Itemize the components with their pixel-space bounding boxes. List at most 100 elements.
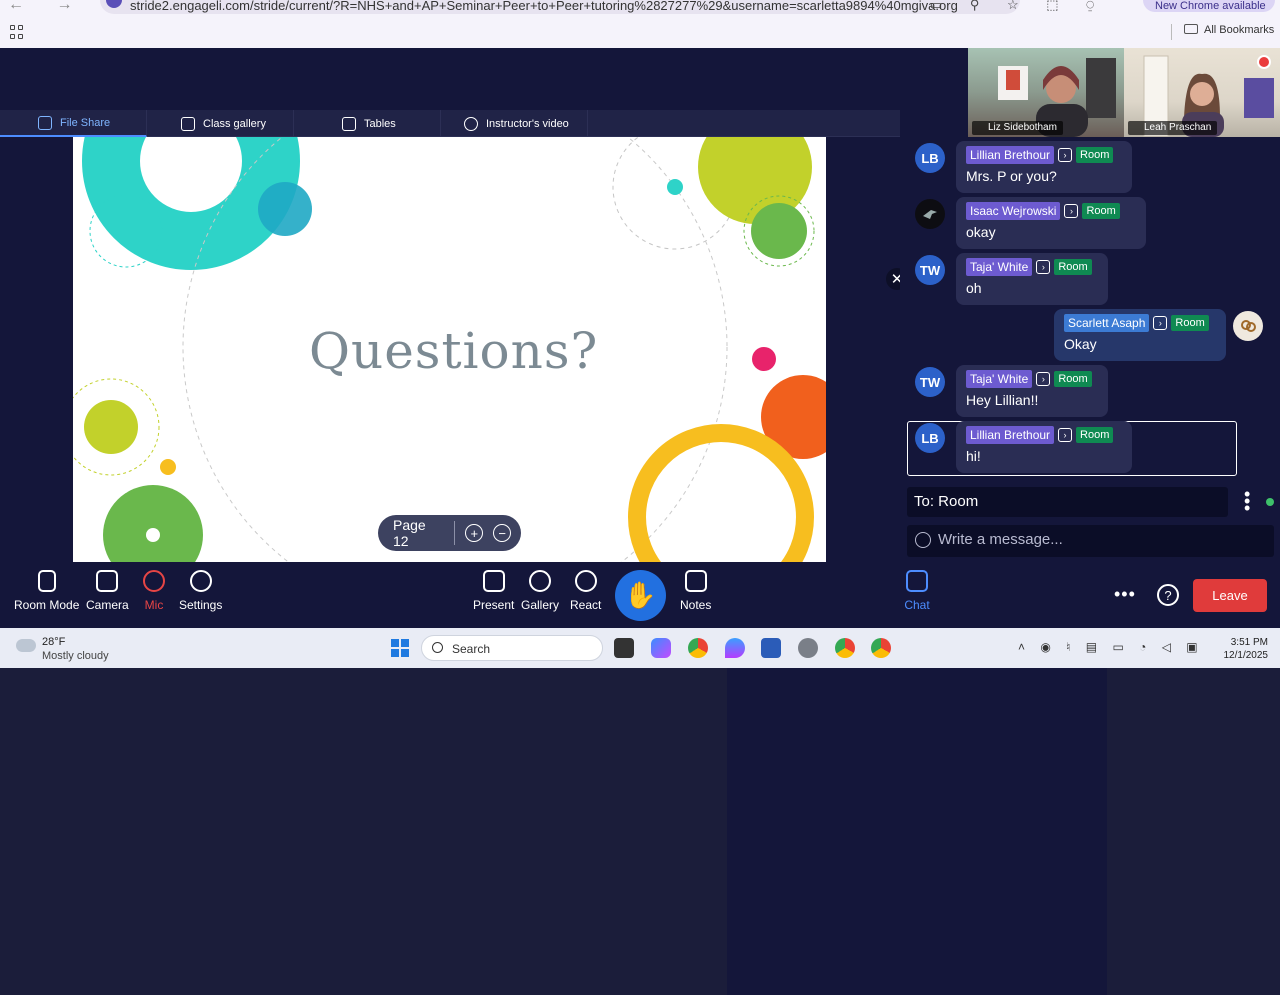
chat-icon	[906, 570, 928, 592]
word-icon[interactable]	[761, 638, 781, 658]
mic-button[interactable]: Mic	[143, 570, 165, 612]
tab-label: File Share	[60, 116, 111, 129]
react-button[interactable]: React	[570, 570, 601, 612]
sender-name[interactable]: Scarlett Asaph	[1064, 314, 1150, 332]
avatar: LB	[915, 143, 945, 173]
bookmarks-bar: All Bookmarks	[0, 20, 1280, 44]
participant-name: Liz Sidebotham	[972, 121, 1063, 135]
sender-name[interactable]: Lillian Brethour	[966, 426, 1055, 444]
chat-message-input[interactable]: Write a message...	[907, 525, 1274, 557]
room-badge: Room	[1171, 315, 1209, 331]
chat-message: Lillian Brethour › Room Mrs. P or you?	[956, 141, 1132, 193]
sender-name[interactable]: Taja' White	[966, 258, 1033, 276]
url-text: stride2.engageli.com/stride/current/?R=N…	[130, 0, 958, 13]
bottom-toolbar: Room Mode Camera Mic Settings Present Ga…	[0, 562, 1280, 995]
all-bookmarks-button[interactable]: All Bookmarks	[1184, 24, 1274, 36]
chat-recipient-selector[interactable]: To: Room	[907, 487, 1228, 517]
zoom-out-icon[interactable]: −	[493, 524, 511, 542]
more-options-icon[interactable]: • • •	[1244, 485, 1250, 517]
address-row: ← → ↻ stride2.engageli.com/stride/curren…	[0, 0, 1280, 14]
windows-start-icon[interactable]	[391, 639, 409, 657]
taskbar-search[interactable]: Search	[421, 635, 603, 661]
camera-button[interactable]: Camera	[86, 570, 129, 612]
date: 12/1/2025	[1223, 650, 1269, 661]
room-badge: Room	[1076, 427, 1114, 443]
bookmarks-divider	[1171, 24, 1172, 40]
avatar: LB	[915, 423, 945, 453]
reply-arrow-icon[interactable]: ›	[1064, 204, 1079, 218]
chrome-icon[interactable]	[871, 638, 891, 658]
tab-instructors-video[interactable]: Instructor's video	[441, 110, 588, 137]
chat-input-placeholder: Write a message...	[938, 531, 1063, 548]
reply-arrow-icon[interactable]: ›	[1153, 316, 1168, 330]
emoji-icon[interactable]	[915, 532, 931, 548]
tab-label: Instructor's video	[486, 117, 569, 130]
tab-class-gallery[interactable]: Class gallery	[147, 110, 294, 137]
tab-tables[interactable]: Tables	[294, 110, 441, 137]
clock[interactable]: 3:51 PM 12/1/2025	[1218, 636, 1269, 662]
tab-label: Tables	[364, 117, 396, 130]
chat-label: Chat	[904, 598, 930, 612]
reply-arrow-icon[interactable]: ›	[1058, 148, 1073, 162]
room-mode-button[interactable]: Room Mode	[14, 570, 79, 612]
url-actions[interactable]: ▭ ⚲ ☆ ⬚ ⍜	[930, 0, 1106, 13]
video-tile-leah[interactable]: Leah Praschan	[1124, 48, 1280, 137]
door-icon	[37, 570, 56, 592]
page-indicator: Page 12	[393, 517, 426, 549]
cloud-icon	[16, 639, 36, 652]
chrome-icon[interactable]	[688, 638, 708, 658]
avatar	[915, 199, 945, 229]
reply-arrow-icon[interactable]: ›	[1058, 428, 1073, 442]
file-share-viewer: Questions?	[0, 137, 900, 562]
room-badge: Room	[1076, 147, 1114, 163]
recording-indicator-icon	[1257, 55, 1271, 69]
chat-message: Lillian Brethour › Room hi!	[956, 421, 1132, 473]
notes-button[interactable]: Notes	[680, 570, 711, 612]
grid-icon	[181, 116, 195, 131]
chrome-update-button[interactable]: New Chrome available	[1143, 0, 1275, 12]
folder-icon	[1184, 24, 1198, 34]
chrome-profile-icon[interactable]	[835, 638, 855, 658]
chat-message: Isaac Wejrowski › Room okay	[956, 197, 1146, 249]
sender-name[interactable]: Isaac Wejrowski	[966, 202, 1061, 220]
url-bar[interactable]: stride2.engageli.com/stride/current/?R=N…	[100, 0, 1020, 14]
reply-arrow-icon[interactable]: ›	[1036, 372, 1051, 386]
avatar: TW	[915, 255, 945, 285]
tab-file-share[interactable]: File Share	[0, 110, 147, 137]
sender-name[interactable]: Lillian Brethour	[966, 146, 1055, 164]
camera-icon	[96, 570, 119, 592]
droplet-app-icon[interactable]	[725, 638, 745, 658]
leave-button[interactable]: Leave	[1193, 579, 1267, 612]
message-text: Hey Lillian!!	[966, 392, 1039, 408]
reply-arrow-icon[interactable]: ›	[1036, 260, 1051, 274]
mic-off-icon	[143, 570, 165, 592]
mic-label: Mic	[144, 598, 164, 612]
tab-label: Class gallery	[203, 117, 266, 130]
sender-name[interactable]: Taja' White	[966, 370, 1033, 388]
settings-app-icon[interactable]	[798, 638, 818, 658]
message-text: hi!	[966, 448, 981, 464]
zoom-in-icon[interactable]: +	[465, 524, 484, 542]
tables-icon	[342, 116, 356, 131]
more-icon[interactable]: •••	[1114, 584, 1136, 605]
file-explorer-icon[interactable]	[614, 638, 634, 658]
message-text: oh	[966, 280, 982, 296]
chat-message-own: Scarlett Asaph › Room Okay	[1054, 309, 1226, 361]
present-button[interactable]: Present	[473, 570, 514, 612]
file-share-icon	[38, 115, 52, 130]
system-tray[interactable]: ˄ ◉ ♮ ▤ ▭ ◔ ◁ ▣	[1018, 640, 1204, 654]
raise-hand-button[interactable]: ✋	[615, 570, 666, 621]
video-tile-liz[interactable]: Liz Sidebotham	[968, 48, 1124, 137]
copilot-icon[interactable]	[651, 638, 671, 658]
apps-icon[interactable]	[10, 25, 24, 39]
site-icon	[106, 0, 122, 8]
time: 3:51 PM	[1230, 637, 1268, 648]
present-icon	[482, 570, 505, 592]
gear-icon	[189, 570, 212, 592]
help-icon[interactable]: ?	[1157, 584, 1179, 606]
gallery-button[interactable]: Gallery	[521, 570, 559, 612]
room-mode-label: Room Mode	[14, 598, 80, 612]
present-label: Present	[473, 598, 515, 612]
content-tabs: File Share Class gallery Tables Instruct…	[0, 110, 900, 137]
settings-button[interactable]: Settings	[179, 570, 222, 612]
